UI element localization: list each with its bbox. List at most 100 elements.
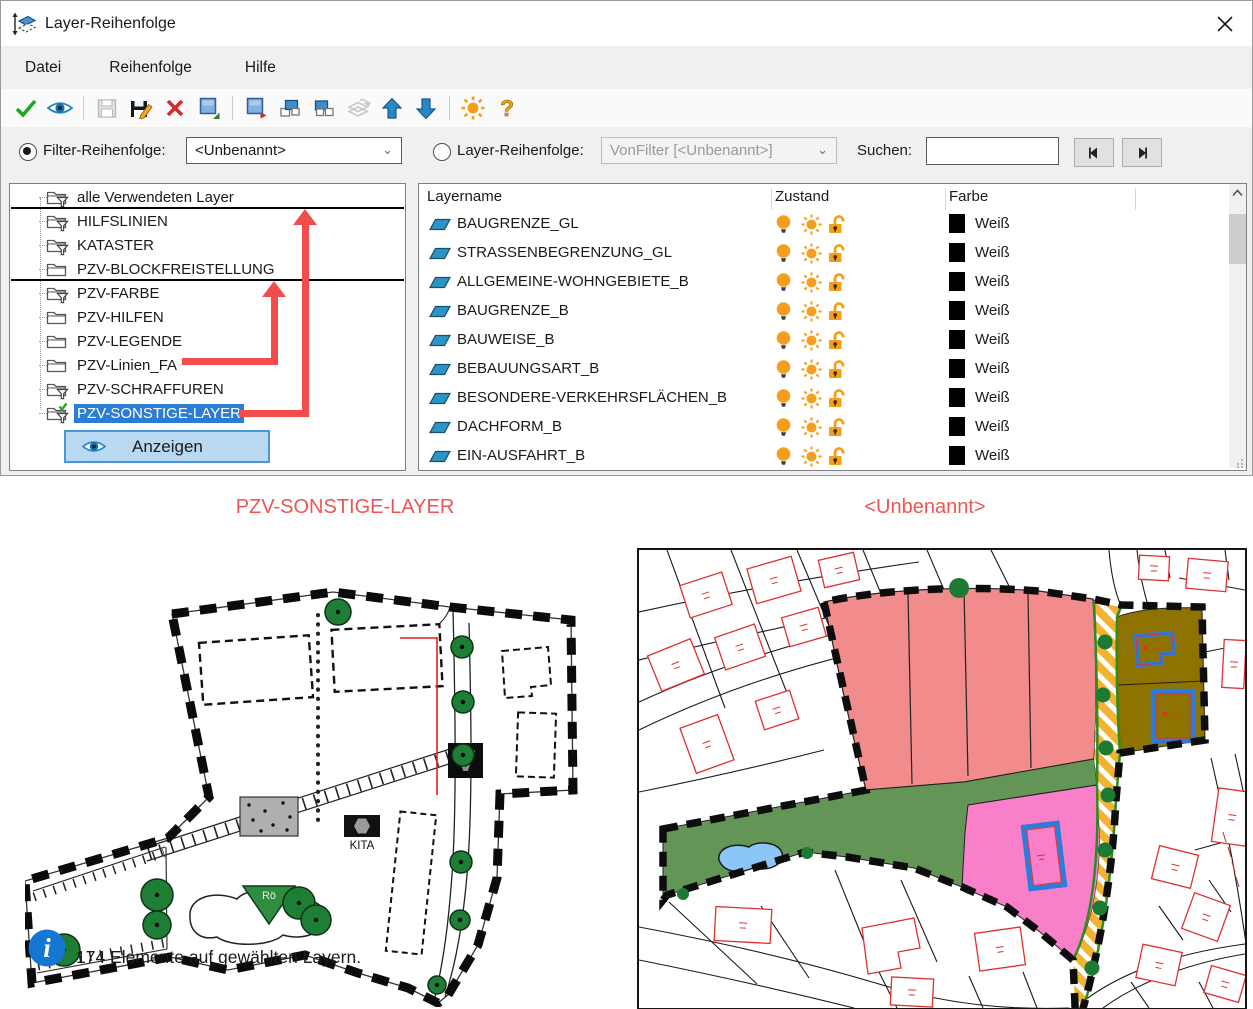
sun-on-icon[interactable] — [801, 301, 822, 322]
anzeigen-button[interactable]: Anzeigen — [64, 430, 270, 463]
lock-open-icon[interactable] — [827, 301, 847, 322]
tree-item-alle-verwendeten-layer[interactable]: alle Verwendeten Layer — [46, 185, 237, 209]
sun-on-icon[interactable] — [801, 359, 822, 380]
table-row[interactable]: BAUGRENZE_GLWeiß — [419, 210, 1228, 239]
color-swatch[interactable] — [949, 301, 965, 320]
svg-text:i: i — [43, 933, 51, 963]
sun-on-icon[interactable] — [801, 243, 822, 264]
table-row[interactable]: BESONDERE-VERKEHRSFLÄCHEN_BWeiß — [419, 384, 1228, 413]
bulb-on-icon[interactable] — [775, 388, 792, 409]
sun-on-icon[interactable] — [801, 388, 822, 409]
close-icon[interactable] — [1214, 13, 1236, 35]
tree-item-pzv-sonstige-layer[interactable]: PZV-SONSTIGE-LAYER — [46, 401, 244, 425]
menu-datei[interactable]: Datei — [21, 59, 65, 77]
table-row[interactable]: EIN-AUSFAHRT_BWeiß — [419, 442, 1228, 471]
search-prev-button[interactable] — [1074, 138, 1114, 167]
bulb-on-icon[interactable] — [775, 272, 792, 293]
color-label: Weiß — [975, 389, 1010, 406]
search-next-button[interactable] — [1122, 138, 1162, 167]
vertical-scrollbar[interactable] — [1229, 184, 1246, 468]
help-button[interactable]: ? — [494, 95, 520, 121]
filter-folder-icon — [46, 378, 69, 400]
bulb-on-icon[interactable] — [775, 214, 792, 235]
filter-order-select[interactable]: <Unbenannt> ⌄ — [186, 137, 402, 164]
bulb-on-icon[interactable] — [775, 301, 792, 322]
move-up-button[interactable] — [379, 95, 405, 121]
menu-hilfe[interactable]: Hilfe — [241, 59, 280, 77]
tree-item-kataster[interactable]: KATASTER — [46, 233, 157, 257]
lock-open-icon[interactable] — [827, 446, 847, 467]
tree-item-pzv-schraffuren[interactable]: PZV-SCHRAFFUREN — [46, 377, 227, 401]
layer-order-radio[interactable] — [433, 143, 451, 161]
send-backward-button[interactable] — [311, 95, 337, 121]
bulb-on-icon[interactable] — [775, 359, 792, 380]
tree-item-pzv-hilfen[interactable]: PZV-HILFEN — [46, 305, 167, 329]
color-swatch[interactable] — [949, 446, 965, 465]
color-swatch[interactable] — [949, 272, 965, 291]
color-swatch[interactable] — [949, 359, 965, 378]
save-as-button[interactable] — [128, 95, 154, 121]
sun-on-icon[interactable] — [801, 272, 822, 293]
lock-open-icon[interactable] — [827, 272, 847, 293]
color-swatch[interactable] — [949, 214, 965, 233]
filter-order-radio[interactable] — [19, 143, 37, 161]
color-swatch[interactable] — [949, 417, 965, 436]
scrollbar-thumb[interactable] — [1229, 214, 1246, 264]
tree-item-pzv-linien-fa[interactable]: PZV-Linien_FA — [46, 353, 180, 377]
layer-table-panel: Layername Zustand Farbe BAUGRENZE_GLWeiß… — [418, 183, 1247, 471]
table-row[interactable]: BAUWEISE_BWeiß — [419, 326, 1228, 355]
table-row[interactable]: ALLGEMEINE-WOHNGEBIETE_BWeiß — [419, 268, 1228, 297]
table-row[interactable]: BAUGRENZE_BWeiß — [419, 297, 1228, 326]
color-swatch[interactable] — [949, 330, 965, 349]
annotation-arrow-shaft — [302, 224, 309, 417]
color-label: Weiß — [975, 215, 1010, 232]
col-farbe[interactable]: Farbe — [949, 188, 988, 205]
menu-reihenfolge[interactable]: Reihenfolge — [105, 59, 196, 77]
sun-on-icon[interactable] — [801, 214, 822, 235]
sun-on-icon[interactable] — [801, 330, 822, 351]
apply-check-button[interactable] — [13, 95, 39, 121]
sun-brightness-button[interactable] — [460, 95, 486, 121]
layer-order-select-disabled[interactable]: VonFilter [<Unbenannt>] ⌄ — [601, 137, 837, 164]
lock-open-icon[interactable] — [827, 214, 847, 235]
tree-item-pzv-blockfreistellung[interactable]: PZV-BLOCKFREISTELLUNG — [46, 257, 278, 281]
insert-filter-button[interactable] — [243, 95, 269, 121]
new-filter-button[interactable] — [196, 95, 222, 121]
color-label: Weiß — [975, 418, 1010, 435]
search-input[interactable] — [926, 137, 1059, 165]
tree-item-hilfslinien[interactable]: HILFSLINIEN — [46, 209, 171, 233]
col-layername[interactable]: Layername — [427, 188, 502, 205]
bulb-on-icon[interactable] — [775, 330, 792, 351]
resize-grip[interactable] — [1234, 458, 1244, 468]
layers-disabled-button[interactable] — [345, 95, 371, 121]
toolbar-separator — [83, 96, 84, 120]
color-swatch[interactable] — [949, 388, 965, 407]
visibility-eye-button[interactable] — [47, 95, 73, 121]
filter-folder-icon — [46, 210, 69, 232]
lock-open-icon[interactable] — [827, 330, 847, 351]
move-down-button[interactable] — [413, 95, 439, 121]
col-zustand[interactable]: Zustand — [775, 188, 829, 205]
scroll-up-icon[interactable] — [1232, 189, 1243, 197]
bulb-on-icon[interactable] — [775, 243, 792, 264]
bulb-on-icon[interactable] — [775, 417, 792, 438]
right-preview-title: <Unbenannt> — [800, 496, 1050, 519]
tree-item-pzv-legende[interactable]: PZV-LEGENDE — [46, 329, 185, 353]
table-row[interactable]: STRASSENBEGRENZUNG_GLWeiß — [419, 239, 1228, 268]
table-row[interactable]: DACHFORM_BWeiß — [419, 413, 1228, 442]
table-row[interactable]: BEBAUUNGSART_BWeiß — [419, 355, 1228, 384]
lock-open-icon[interactable] — [827, 243, 847, 264]
color-swatch[interactable] — [949, 243, 965, 262]
sun-on-icon[interactable] — [801, 446, 822, 467]
delete-button[interactable] — [162, 95, 188, 121]
annotation-arrow-base — [182, 358, 278, 365]
lock-open-icon[interactable] — [827, 359, 847, 380]
sun-on-icon[interactable] — [801, 417, 822, 438]
bring-forward-button[interactable] — [277, 95, 303, 121]
lock-open-icon[interactable] — [827, 417, 847, 438]
bulb-on-icon[interactable] — [775, 446, 792, 467]
save-button-disabled[interactable] — [94, 95, 120, 121]
tree-item-pzv-farbe[interactable]: PZV-FARBE — [46, 281, 163, 305]
lock-open-icon[interactable] — [827, 388, 847, 409]
search-label: Suchen: — [857, 142, 912, 159]
